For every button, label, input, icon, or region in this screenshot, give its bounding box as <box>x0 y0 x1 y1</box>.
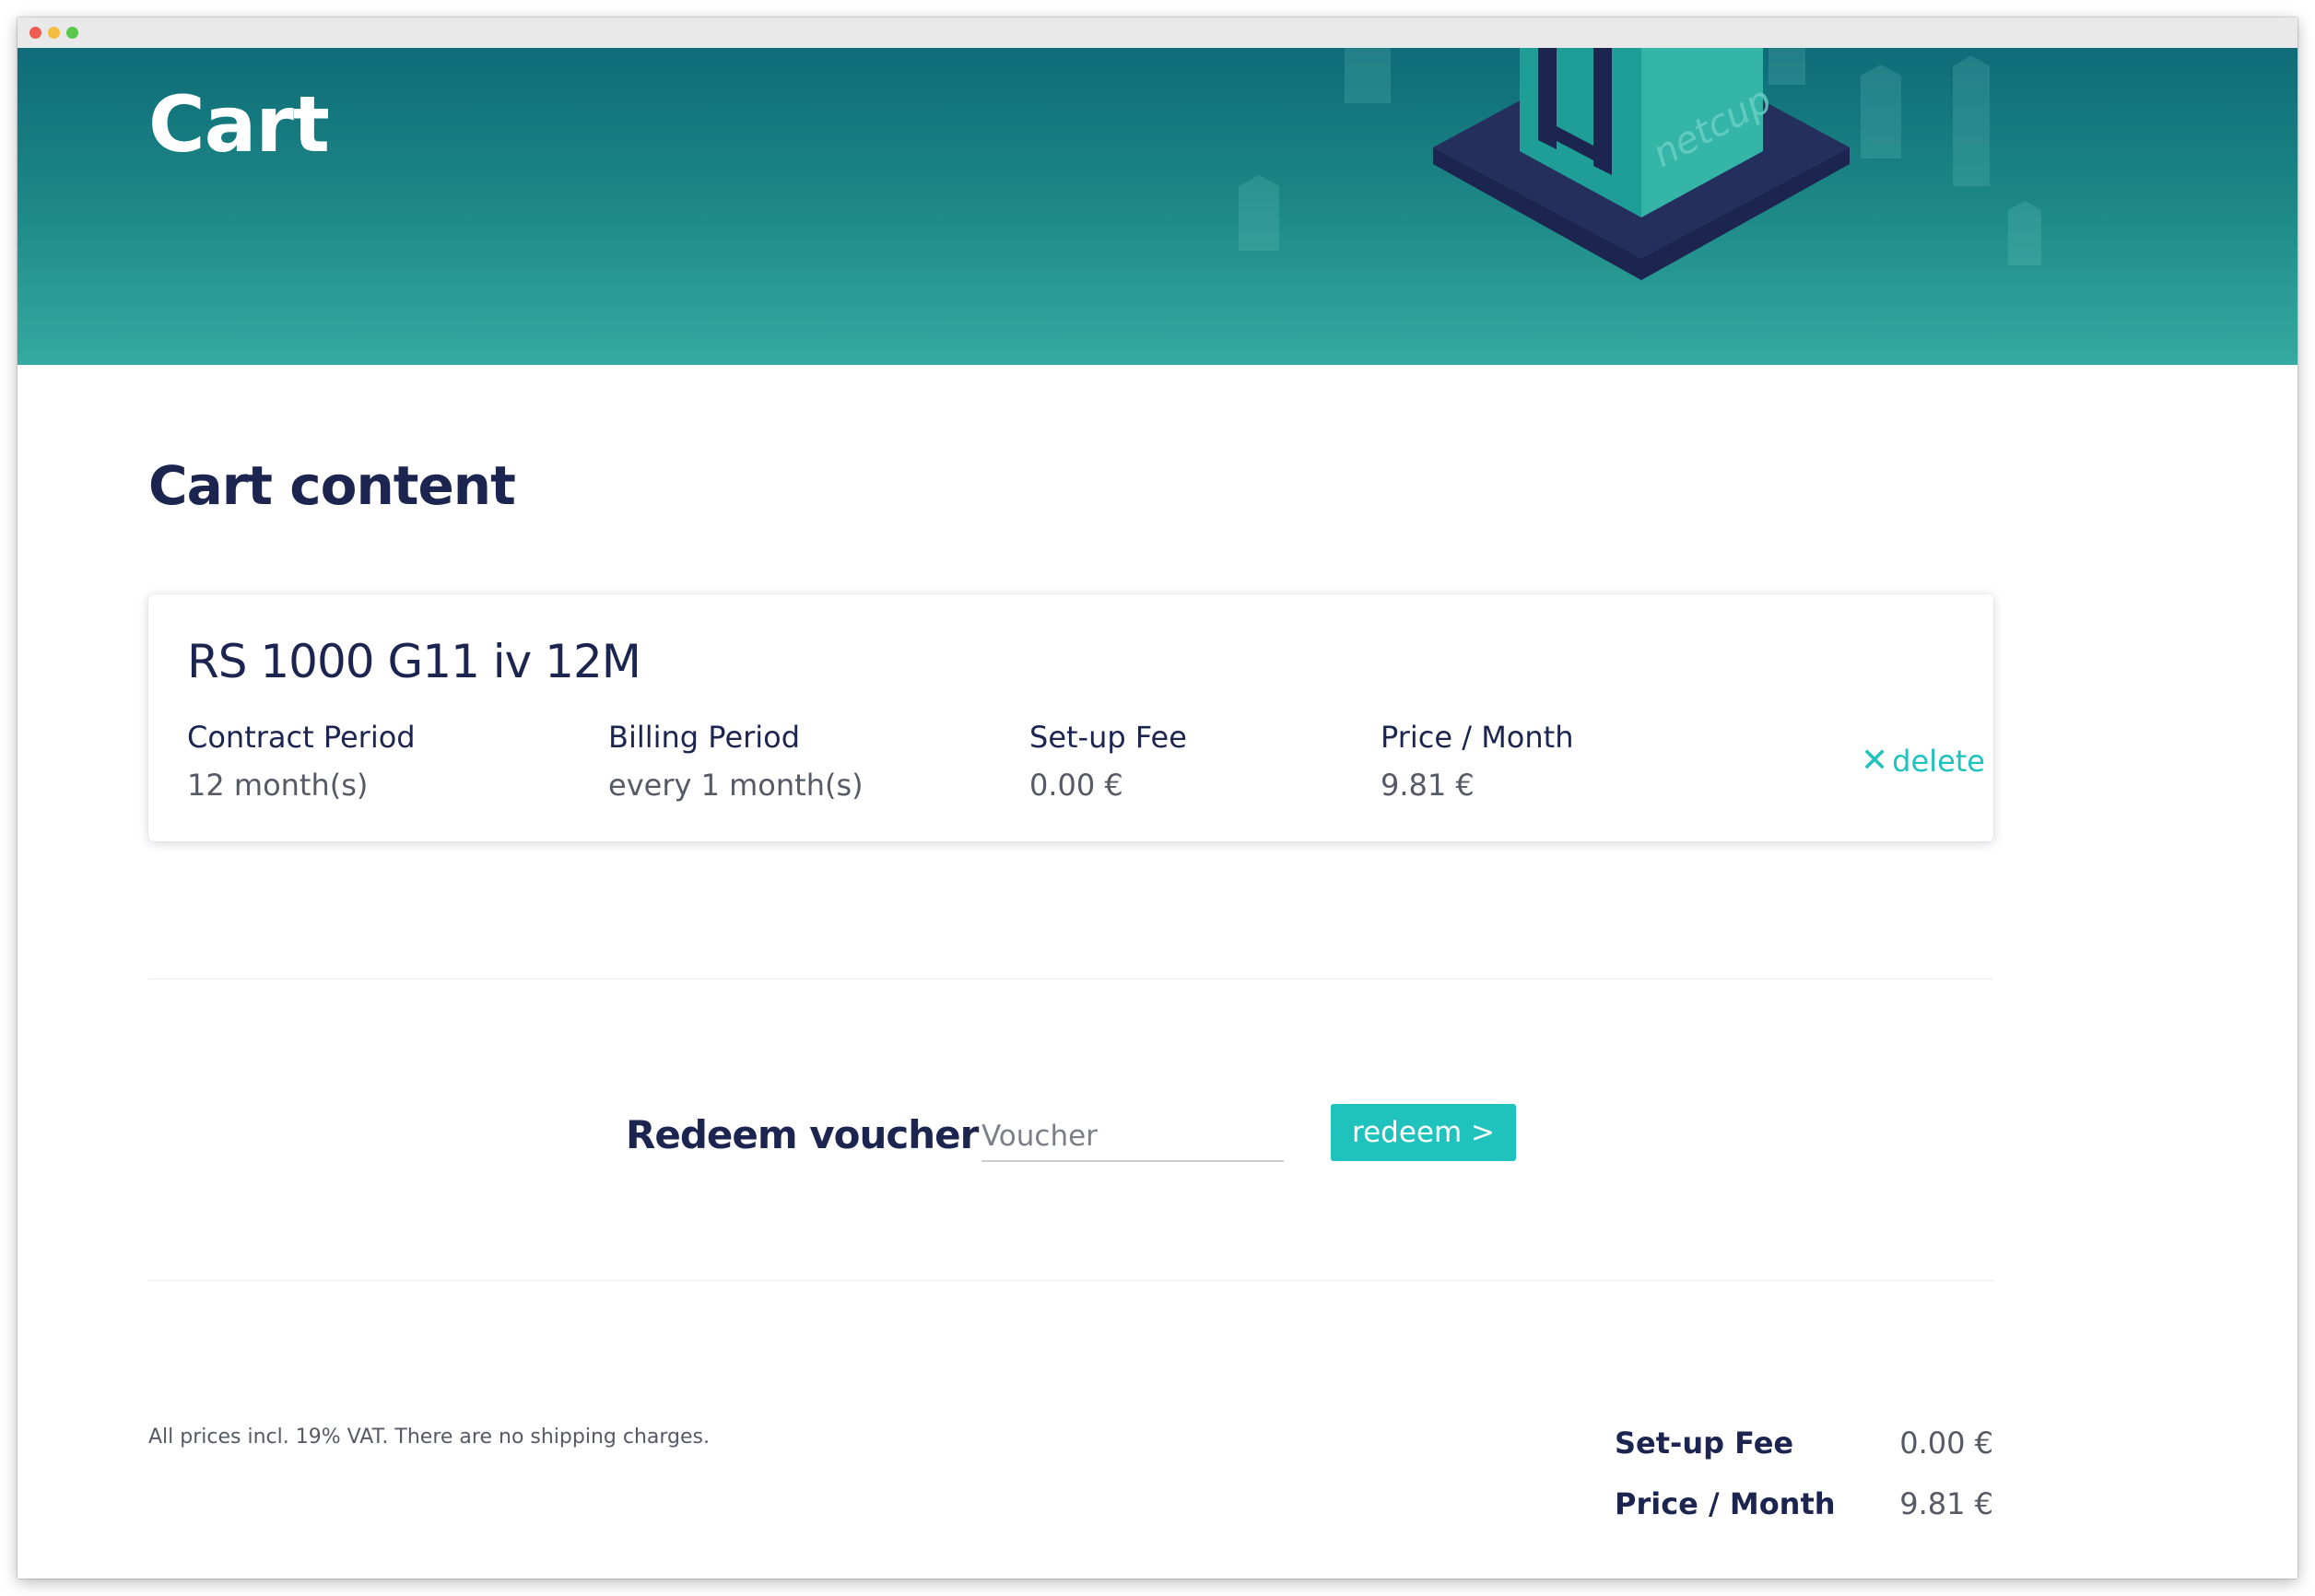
delete-item-link[interactable]: ✕ delete <box>1861 742 1985 780</box>
redeem-voucher-title: Redeem voucher <box>626 1112 979 1157</box>
product-name: RS 1000 G11 iv 12M <box>187 635 641 688</box>
redeem-button[interactable]: redeem > <box>1331 1104 1516 1161</box>
billing-period: Billing Period every 1 month(s) <box>608 720 864 803</box>
close-icon: ✕ <box>1861 742 1889 780</box>
price-month: Price / Month 9.81 € <box>1381 720 1573 803</box>
billing-period-label: Billing Period <box>608 720 801 755</box>
cart-item-card: RS 1000 G11 iv 12M Contract Period 12 mo… <box>148 594 1993 841</box>
cart-content-title: Cart content <box>148 454 516 517</box>
summary-price-month-value: 9.81 € <box>1899 1486 1993 1521</box>
summary-setup-fee-value: 0.00 € <box>1899 1426 1993 1461</box>
minimize-window-button[interactable] <box>48 27 60 39</box>
close-window-button[interactable] <box>29 27 41 39</box>
page-title: Cart <box>148 79 330 170</box>
summary-setup-fee-label: Set-up Fee <box>1615 1426 1794 1461</box>
billing-period-value: every 1 month(s) <box>608 768 864 803</box>
divider-bottom <box>148 1280 1993 1281</box>
browser-window: Cart netcup Cart content RS 1000 G11 iv … <box>18 18 2297 1578</box>
maximize-window-button[interactable] <box>66 27 78 39</box>
window-titlebar <box>18 18 2297 49</box>
contract-period-value: 12 month(s) <box>187 768 369 803</box>
summary-setup-fee: Set-up Fee 0.00 € <box>1615 1426 1993 1466</box>
hero-banner: Cart netcup <box>18 48 2297 365</box>
setup-fee-value: 0.00 € <box>1029 768 1123 803</box>
vat-note: All prices incl. 19% VAT. There are no s… <box>148 1426 710 1449</box>
contract-period: Contract Period 12 month(s) <box>187 720 416 803</box>
price-month-value: 9.81 € <box>1381 768 1475 803</box>
divider-top <box>148 979 1993 980</box>
voucher-input[interactable] <box>981 1112 1284 1162</box>
delete-label: delete <box>1892 744 1985 779</box>
contract-period-label: Contract Period <box>187 720 416 755</box>
setup-fee-label: Set-up Fee <box>1029 720 1187 755</box>
summary-price-month-label: Price / Month <box>1615 1486 1836 1521</box>
summary-price-month: Price / Month 9.81 € <box>1615 1486 1993 1527</box>
setup-fee: Set-up Fee 0.00 € <box>1029 720 1187 803</box>
price-month-label: Price / Month <box>1381 720 1574 755</box>
server-illustration: netcup <box>1239 48 2041 280</box>
